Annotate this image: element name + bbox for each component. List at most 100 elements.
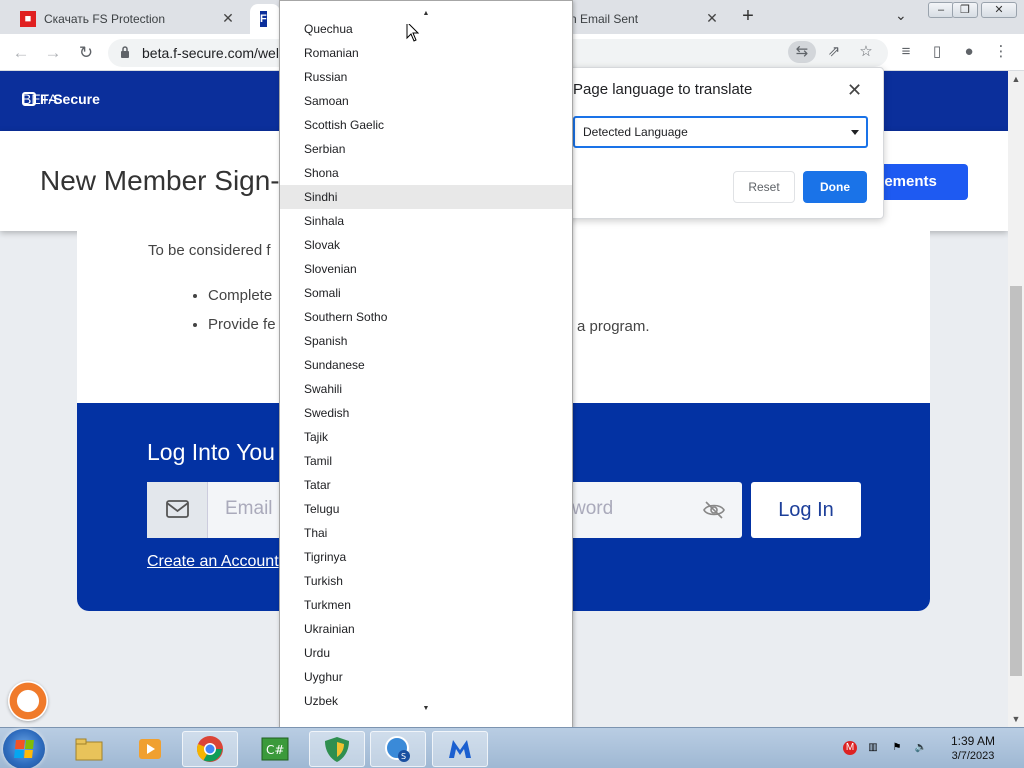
svg-text:C#: C# — [266, 743, 284, 757]
done-button[interactable]: Done — [803, 171, 867, 203]
translate-bubble-title: Page language to translate — [573, 81, 753, 98]
tab-search-chevron-icon[interactable]: ⌄ — [895, 7, 907, 24]
language-option[interactable]: Romanian — [280, 41, 572, 65]
scroll-thumb[interactable] — [1010, 286, 1022, 676]
translate-bubble: Page language to translate ✕ Detected La… — [560, 67, 884, 219]
password-field[interactable]: word — [572, 482, 742, 538]
windows-logo-icon — [14, 740, 34, 758]
language-option[interactable]: Somali — [280, 281, 572, 305]
login-button[interactable]: Log In — [751, 482, 861, 538]
language-option[interactable]: Turkish — [280, 569, 572, 593]
share-icon[interactable]: ⇗ — [823, 41, 845, 63]
language-option[interactable]: Ukrainian — [280, 617, 572, 641]
eye-slash-icon[interactable] — [702, 498, 726, 522]
chrome-icon[interactable] — [182, 731, 238, 767]
caret-down-icon — [851, 130, 859, 135]
malwarebytes-tray-icon[interactable]: M — [843, 741, 857, 755]
close-window-icon[interactable]: ✕ — [981, 2, 1017, 18]
forward-arrow-icon[interactable]: → — [41, 41, 65, 65]
scroll-up-arrow-icon[interactable]: ▲ — [1008, 71, 1024, 87]
language-select[interactable]: Detected Language — [573, 116, 868, 148]
csharp-app-icon[interactable]: C# — [247, 731, 303, 767]
language-option[interactable]: Slovak — [280, 233, 572, 257]
email-placeholder: Email — [225, 498, 273, 519]
page-title: New Member Sign- — [40, 165, 280, 196]
language-option[interactable]: Swedish — [280, 401, 572, 425]
language-option[interactable]: Tatar — [280, 473, 572, 497]
language-option[interactable]: Southern Sotho — [280, 305, 572, 329]
logo-beta-text: BETA — [22, 91, 58, 107]
svg-text:S: S — [401, 752, 406, 761]
language-option[interactable]: Samoan — [280, 89, 572, 113]
scroll-down-arrow-icon[interactable]: ▼ — [280, 705, 572, 719]
envelope-icon — [147, 482, 208, 538]
language-option[interactable]: Serbian — [280, 137, 572, 161]
tab-email-sent[interactable]: n Email Sent ✕ — [560, 4, 725, 34]
shield-vpn-icon[interactable] — [309, 731, 365, 767]
media-queue-icon[interactable]: ≡ — [895, 41, 917, 63]
scroll-down-arrow-icon[interactable]: ▼ — [1008, 711, 1024, 727]
tab-fsecure-active[interactable]: F — [250, 4, 280, 34]
language-option[interactable]: Urdu — [280, 641, 572, 665]
profile-avatar-icon[interactable]: ● — [958, 41, 980, 63]
language-option[interactable]: Sinhala — [280, 209, 572, 233]
close-icon[interactable]: ✕ — [847, 80, 862, 101]
language-option[interactable]: Sundanese — [280, 353, 572, 377]
malwarebytes-icon[interactable] — [432, 731, 488, 767]
fsecure-app-icon[interactable]: S — [370, 731, 426, 767]
bullet-tail-text: a program. — [577, 318, 650, 335]
language-option[interactable]: Swahili — [280, 377, 572, 401]
lock-icon — [121, 46, 129, 58]
maximize-icon[interactable]: ❐ — [952, 2, 978, 18]
list-item: Complete — [208, 287, 276, 304]
language-option[interactable]: Russian — [280, 65, 572, 89]
language-option[interactable]: Telugu — [280, 497, 572, 521]
network-icon[interactable]: ▥ — [866, 741, 880, 755]
reload-icon[interactable]: ↻ — [74, 41, 98, 65]
windows-taskbar: C# S M ▥ ⚑ 🔈 1:39 AM 3/7/2023 — [0, 727, 1024, 768]
translate-icon[interactable]: ⇆ — [788, 41, 816, 63]
scroll-up-arrow-icon[interactable]: ▲ — [280, 10, 572, 24]
language-option[interactable]: Slovenian — [280, 257, 572, 281]
language-dropdown-list[interactable]: Quechua Romanian Russian Samoan Scottish Gae… — [279, 0, 573, 728]
tab-title: Скачать FS Protection — [44, 12, 166, 26]
system-clock[interactable]: 1:39 AM 3/7/2023 — [940, 734, 1006, 764]
close-icon[interactable]: ✕ — [219, 10, 237, 27]
language-option[interactable]: Shona — [280, 161, 572, 185]
language-option[interactable]: Tajik — [280, 425, 572, 449]
login-title: Log Into You — [147, 439, 275, 465]
reset-button[interactable]: Reset — [733, 171, 795, 203]
list-item: Provide fe — [208, 316, 276, 333]
file-explorer-icon[interactable] — [61, 731, 117, 767]
close-icon[interactable]: ✕ — [703, 10, 721, 27]
language-option[interactable]: Tamil — [280, 449, 572, 473]
url-text: beta.f-secure.com/wel — [142, 45, 279, 61]
language-option[interactable]: Sindhi — [280, 185, 572, 209]
clock-time: 1:39 AM — [950, 734, 996, 748]
media-player-icon[interactable] — [122, 731, 178, 767]
requirements-list: Complete Provide fe — [208, 287, 276, 345]
screen-recorder-icon[interactable] — [8, 681, 48, 721]
new-tab-plus-icon[interactable]: + — [736, 5, 760, 28]
fsecure-icon: F — [260, 11, 267, 27]
minimize-icon[interactable]: – — [928, 2, 954, 18]
bookmark-star-icon[interactable]: ☆ — [855, 41, 877, 63]
page-scrollbar[interactable]: ▲ ▼ — [1008, 71, 1024, 727]
start-button[interactable] — [3, 729, 45, 768]
create-account-link[interactable]: Create an Account — [147, 553, 279, 571]
volume-icon[interactable]: 🔈 — [914, 741, 928, 755]
intro-text: To be considered f — [148, 242, 271, 259]
menu-kebab-icon[interactable]: ⋮ — [990, 41, 1012, 63]
side-panel-icon[interactable]: ▯ — [926, 41, 948, 63]
language-option[interactable]: Spanish — [280, 329, 572, 353]
back-arrow-icon[interactable]: ← — [9, 41, 33, 65]
mouse-cursor-icon — [406, 21, 420, 42]
language-option[interactable]: Scottish Gaelic — [280, 113, 572, 137]
language-option[interactable]: Tigrinya — [280, 545, 572, 569]
language-option[interactable]: Uyghur — [280, 665, 572, 689]
language-option[interactable]: Turkmen — [280, 593, 572, 617]
language-option[interactable]: Thai — [280, 521, 572, 545]
tab-fs-protection[interactable]: ■ Скачать FS Protection ✕ — [10, 4, 245, 34]
action-center-flag-icon[interactable]: ⚑ — [890, 741, 904, 755]
fs-protection-icon: ■ — [20, 11, 36, 27]
